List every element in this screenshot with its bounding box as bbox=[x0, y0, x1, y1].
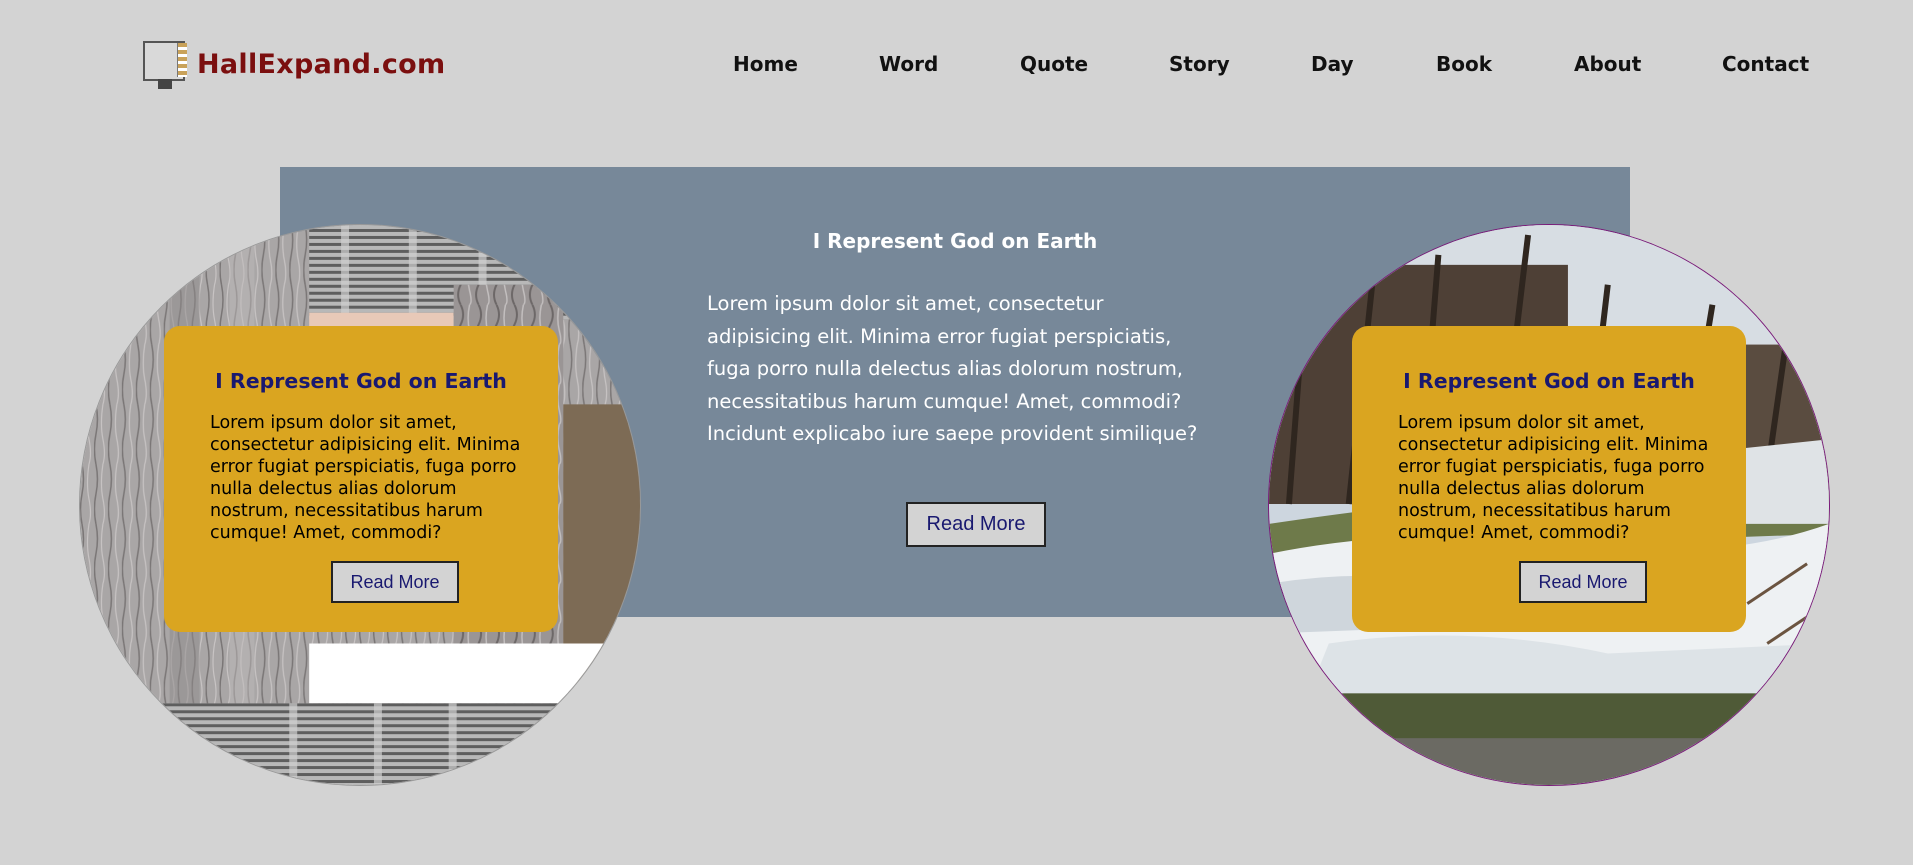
nav-about[interactable]: About bbox=[1574, 52, 1641, 76]
left-card-title: I Represent God on Earth bbox=[215, 369, 507, 393]
main-nav: Home Word Quote Story Day Book About Con… bbox=[0, 52, 1913, 82]
left-card-read-more-button[interactable]: Read More bbox=[331, 561, 459, 603]
left-card-body: Lorem ipsum dolor sit amet, consectetur … bbox=[210, 413, 521, 543]
nav-word[interactable]: Word bbox=[879, 52, 938, 76]
nav-day[interactable]: Day bbox=[1311, 52, 1354, 76]
right-card: I Represent God on Earth Lorem ipsum dol… bbox=[1352, 326, 1746, 632]
nav-book[interactable]: Book bbox=[1436, 52, 1492, 76]
nav-story[interactable]: Story bbox=[1169, 52, 1230, 76]
right-card-read-more-button[interactable]: Read More bbox=[1519, 561, 1647, 603]
nav-contact[interactable]: Contact bbox=[1722, 52, 1809, 76]
feature-title: I Represent God on Earth bbox=[812, 229, 1098, 253]
left-card: I Represent God on Earth Lorem ipsum dol… bbox=[164, 326, 558, 632]
feature-body: Lorem ipsum dolor sit amet, consectetur … bbox=[707, 292, 1198, 445]
feature-read-more-button[interactable]: Read More bbox=[906, 502, 1046, 547]
nav-quote[interactable]: Quote bbox=[1020, 52, 1088, 76]
right-card-body: Lorem ipsum dolor sit amet, consectetur … bbox=[1398, 413, 1709, 543]
right-card-title: I Represent God on Earth bbox=[1403, 369, 1695, 393]
nav-home[interactable]: Home bbox=[733, 52, 798, 76]
